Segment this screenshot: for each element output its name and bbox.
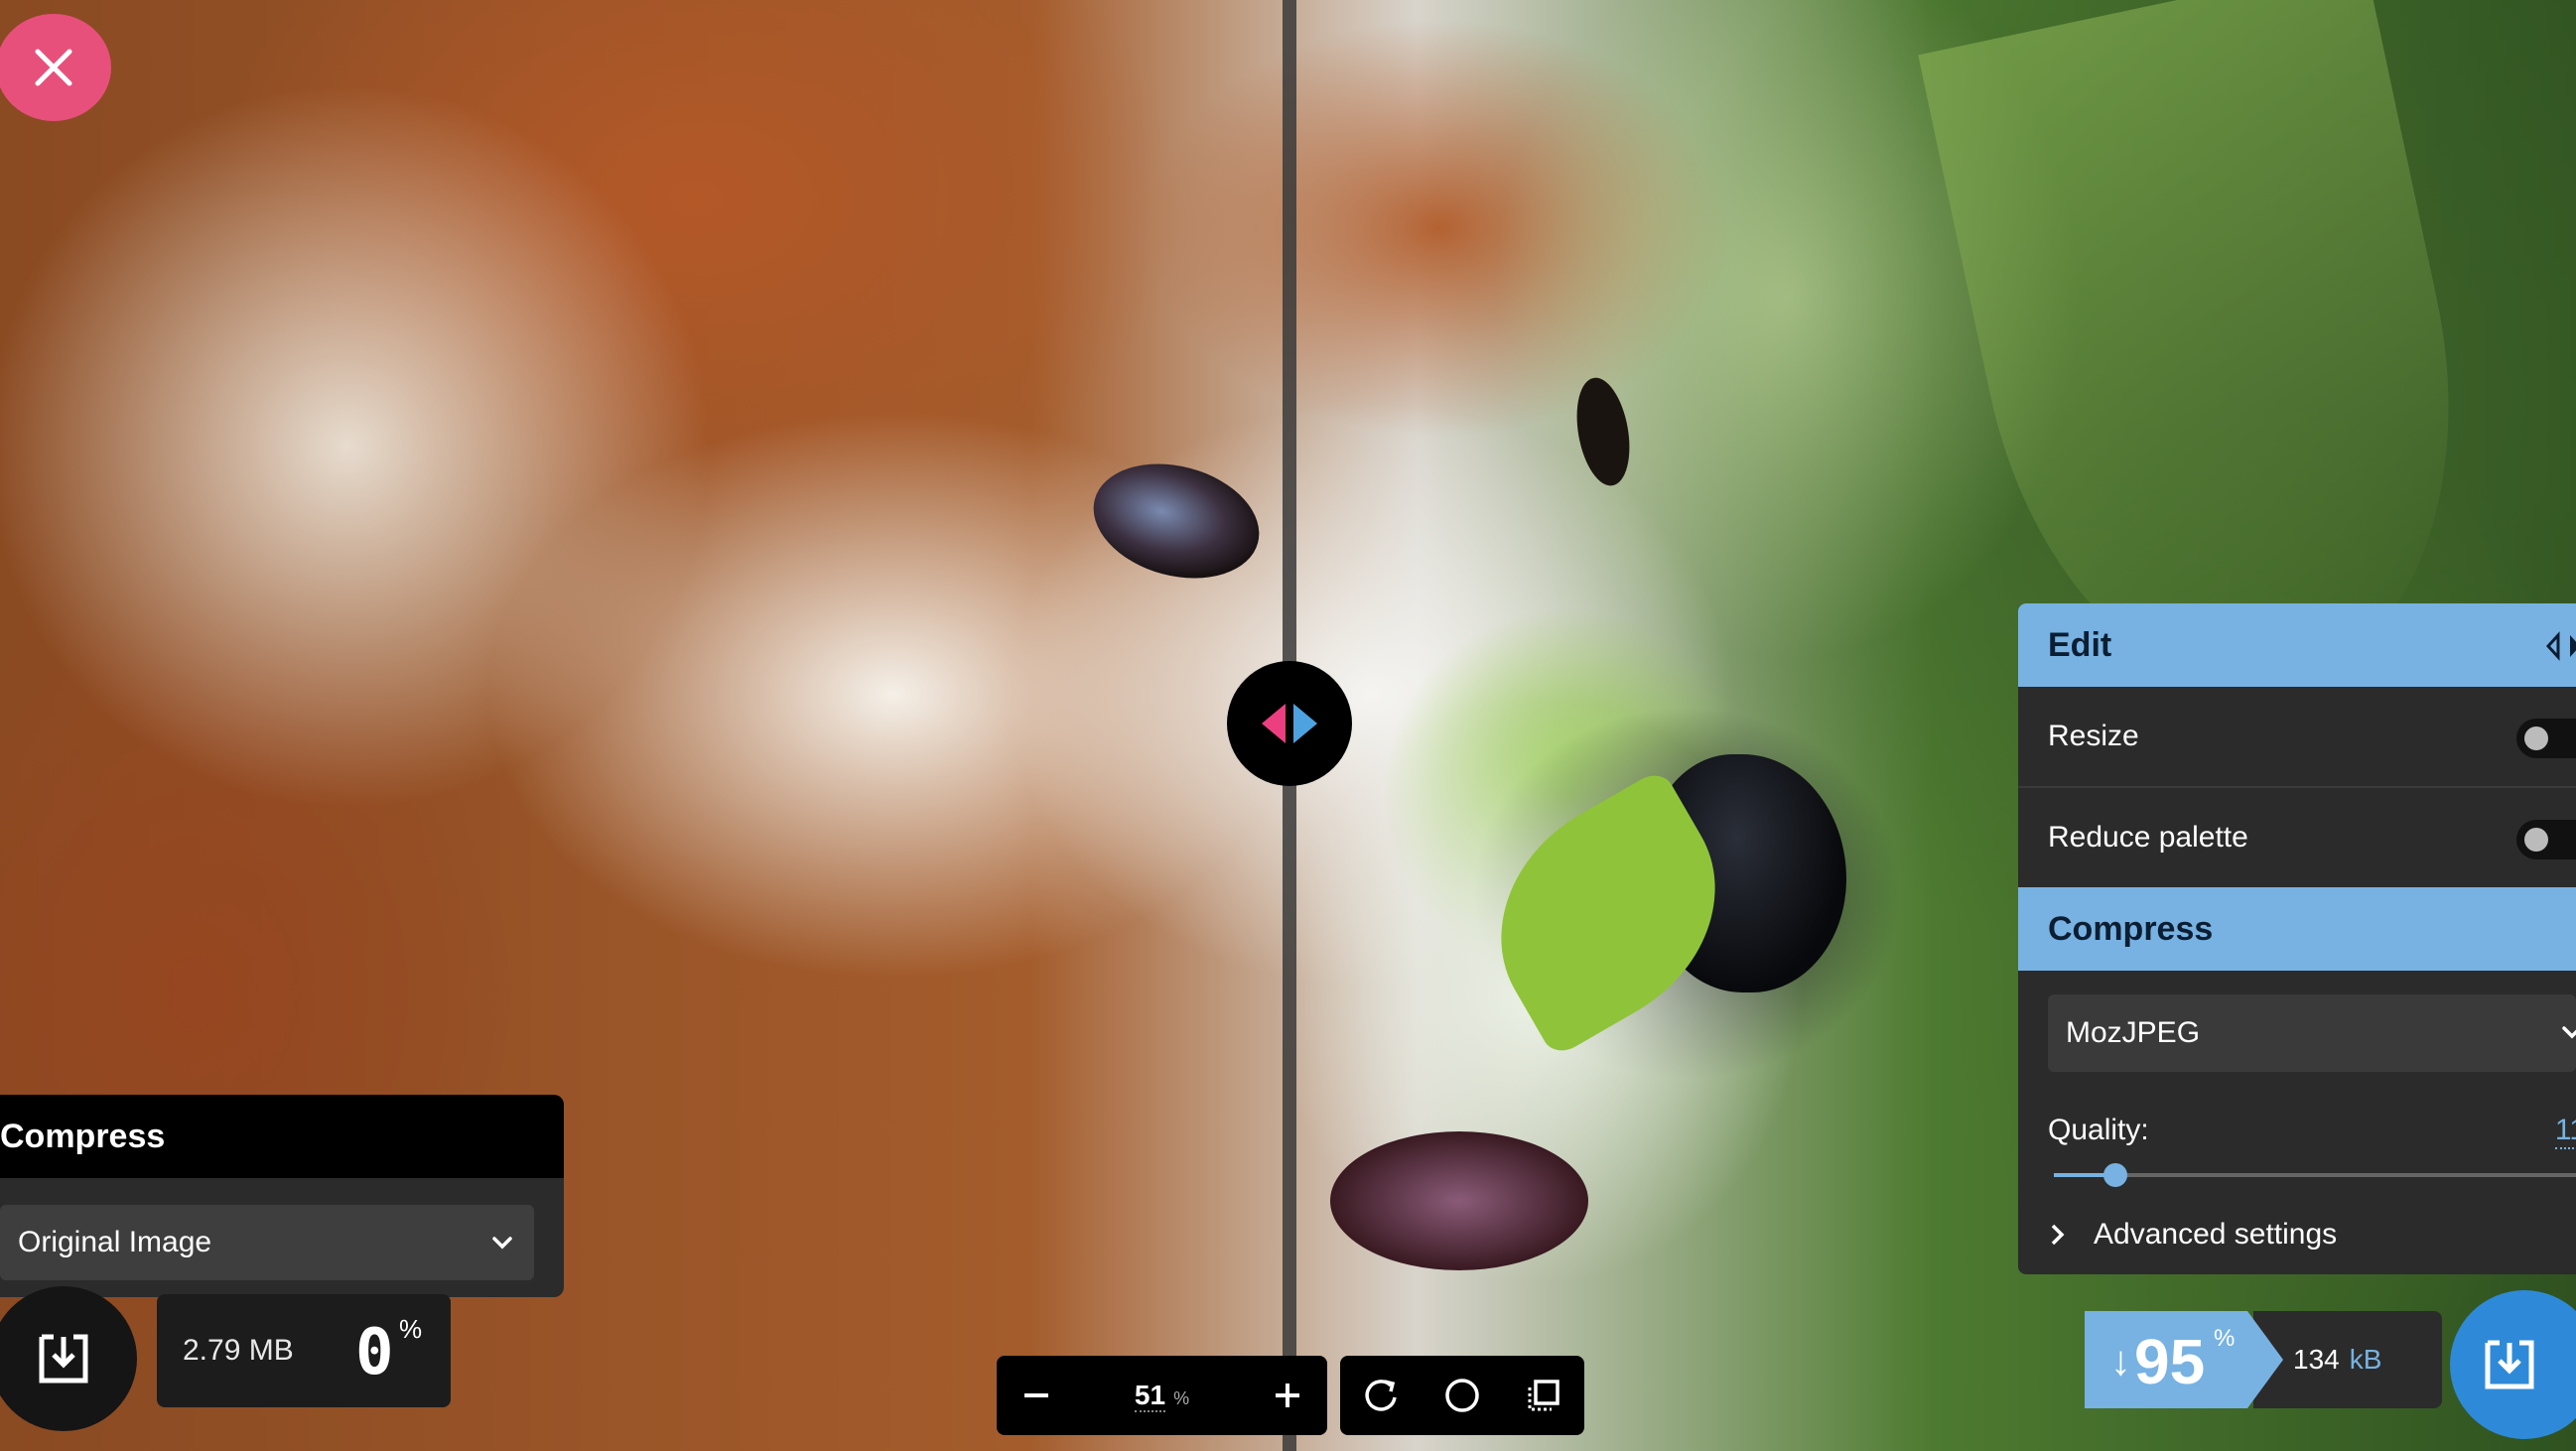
close-button[interactable] <box>0 14 111 121</box>
close-icon <box>35 49 72 86</box>
left-percent: 0 <box>355 1316 394 1389</box>
reduce-palette-toggle[interactable] <box>2516 820 2576 859</box>
codec-select[interactable]: MozJPEG <box>2048 994 2576 1072</box>
compress-title: Compress <box>2048 909 2214 948</box>
left-panel-title: Compress <box>0 1095 564 1178</box>
quality-slider-track[interactable] <box>2054 1173 2576 1177</box>
savings-percent-symbol: % <box>2214 1325 2236 1352</box>
zoom-toolbar: 51% <box>997 1356 1327 1435</box>
resize-toggle[interactable] <box>2516 719 2576 758</box>
right-edit-panel: Edit Resize Reduce palette Compress MozJ… <box>2018 603 2576 1274</box>
edit-header: Edit <box>2018 603 2576 687</box>
left-method-select[interactable]: Original Image <box>0 1205 534 1280</box>
reduce-palette-row[interactable]: Reduce palette <box>2018 788 2576 887</box>
left-panel-body: Original Image <box>0 1178 564 1297</box>
resize-label: Resize <box>2048 720 2139 752</box>
arrow-right-icon <box>1293 704 1317 743</box>
left-stats: 2.79 MB 0 % <box>157 1294 451 1407</box>
zoom-out-button[interactable] <box>997 1356 1076 1435</box>
arrow-left-icon <box>1262 704 1286 743</box>
zoom-level[interactable]: 51% <box>1076 1380 1248 1412</box>
download-icon <box>2485 1340 2534 1389</box>
output-size-value: 134 <box>2293 1344 2340 1375</box>
view-toolbar <box>1340 1356 1584 1435</box>
quality-row: Quality: 11 <box>2018 1096 2576 1195</box>
crop-icon[interactable] <box>1524 1376 1563 1415</box>
savings-badge: ↓ 95 % <box>2085 1311 2283 1408</box>
background-toggle-icon[interactable] <box>1442 1376 1482 1415</box>
minus-icon <box>1024 1393 1048 1397</box>
chevron-down-icon <box>2562 1026 2576 1039</box>
chevron-down-icon <box>492 1237 512 1250</box>
quality-slider-thumb[interactable] <box>2102 1163 2127 1187</box>
left-percent-symbol: % <box>399 1314 423 1344</box>
edit-title: Edit <box>2048 625 2112 664</box>
plus-icon <box>1276 1384 1299 1407</box>
left-compress-panel: Compress Original Image <box>0 1095 564 1297</box>
zoom-unit: % <box>1173 1388 1190 1408</box>
output-size-unit: kB <box>2349 1344 2382 1375</box>
down-arrow: ↓ <box>2110 1337 2131 1384</box>
download-icon <box>39 1334 88 1384</box>
codec-value: MozJPEG <box>2066 1016 2201 1049</box>
reduce-palette-label: Reduce palette <box>2048 821 2248 854</box>
advanced-settings-toggle[interactable]: Advanced settings <box>2018 1195 2576 1274</box>
left-file-size: 2.79 MB <box>183 1334 294 1367</box>
divider-handle[interactable] <box>1227 661 1352 786</box>
chevron-right-icon <box>2051 1224 2065 1246</box>
expand-arrows-icon[interactable] <box>2544 631 2576 661</box>
panda-mouth <box>1330 1131 1588 1270</box>
zoom-value: 51 <box>1134 1380 1166 1412</box>
quality-label: Quality: <box>2048 1114 2149 1146</box>
savings-percent: 95 <box>2134 1326 2206 1397</box>
left-method-value: Original Image <box>18 1226 212 1258</box>
advanced-settings-label: Advanced settings <box>2094 1218 2338 1251</box>
resize-row[interactable]: Resize <box>2018 687 2576 788</box>
rotate-icon[interactable] <box>1361 1376 1401 1415</box>
right-stats: ↓ 95 % 134 kB <box>2085 1311 2442 1408</box>
compress-header: Compress <box>2018 887 2576 971</box>
quality-value[interactable]: 11 <box>2554 1114 2576 1149</box>
zoom-in-button[interactable] <box>1248 1356 1327 1435</box>
